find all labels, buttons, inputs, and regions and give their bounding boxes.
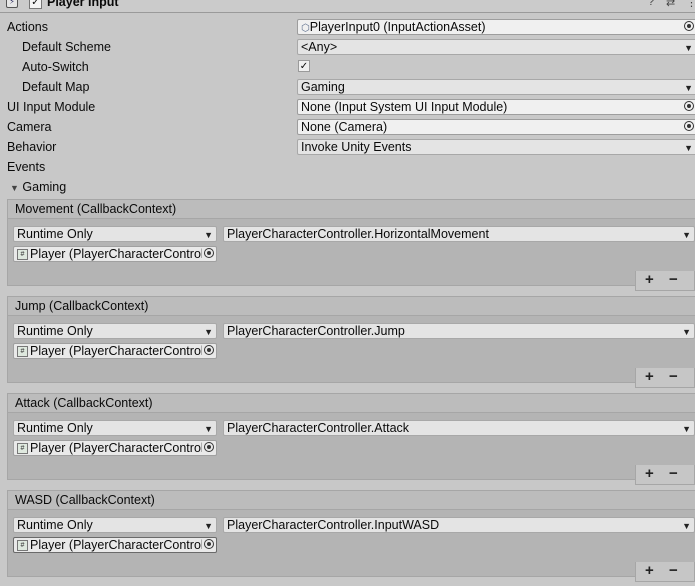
- actions-value: PlayerInput0 (InputActionAsset): [309, 20, 486, 34]
- script-icon: #: [17, 249, 28, 260]
- camera-value: None (Camera): [301, 120, 388, 134]
- component-header: ⚡ ✓ Player Input ? ⇄ ⋮: [0, 0, 695, 13]
- event-title: Movement (CallbackContext): [15, 202, 177, 216]
- event-title: Jump (CallbackContext): [15, 299, 149, 313]
- remove-listener-button[interactable]: −: [669, 562, 678, 579]
- runtime-dropdown[interactable]: Runtime Only ▼: [13, 323, 217, 339]
- behavior-value: Invoke Unity Events: [301, 140, 412, 154]
- runtime-dropdown[interactable]: Runtime Only ▼: [13, 420, 217, 436]
- runtime-value: Runtime Only: [17, 421, 93, 435]
- default-map-label: Default Map: [22, 80, 90, 94]
- runtime-value: Runtime Only: [17, 324, 93, 338]
- component-enabled-checkbox[interactable]: ✓: [29, 0, 42, 9]
- help-icon[interactable]: ?: [648, 0, 654, 8]
- event-title: WASD (CallbackContext): [15, 493, 155, 507]
- events-label: Events: [7, 160, 46, 174]
- function-value: PlayerCharacterController.InputWASD: [227, 518, 440, 532]
- default-scheme-label: Default Scheme: [22, 40, 111, 54]
- foldout-arrow-icon: ▼: [10, 183, 19, 193]
- camera-label: Camera: [7, 120, 52, 134]
- more-options-icon[interactable]: ⋮: [686, 0, 695, 9]
- chevron-down-icon: ▼: [682, 327, 691, 337]
- function-dropdown[interactable]: PlayerCharacterController.InputWASD ▼: [223, 517, 695, 533]
- script-icon: #: [17, 443, 28, 454]
- chevron-down-icon: ▼: [682, 230, 691, 240]
- target-object-value: Player (PlayerCharacterController): [30, 344, 202, 358]
- chevron-down-icon: ▼: [204, 424, 213, 434]
- object-picker-icon[interactable]: [684, 121, 694, 131]
- event-list-buttons: + −: [635, 271, 695, 291]
- player-input-component-icon: ⚡: [6, 0, 18, 8]
- add-listener-button[interactable]: +: [645, 368, 654, 385]
- runtime-dropdown[interactable]: Runtime Only ▼: [13, 226, 217, 242]
- event-header-wasd: WASD (CallbackContext): [7, 490, 695, 510]
- event-title: Attack (CallbackContext): [15, 396, 153, 410]
- function-dropdown[interactable]: PlayerCharacterController.HorizontalMove…: [223, 226, 695, 242]
- remove-listener-button[interactable]: −: [669, 465, 678, 482]
- chevron-down-icon: ▼: [682, 521, 691, 531]
- script-icon: #: [17, 540, 28, 551]
- chevron-down-icon: ▼: [682, 424, 691, 434]
- default-scheme-value: <Any>: [301, 40, 338, 54]
- behavior-label: Behavior: [7, 140, 57, 154]
- default-map-dropdown[interactable]: Gaming ▼: [297, 79, 695, 95]
- chevron-down-icon: ▼: [684, 83, 693, 93]
- event-header-movement: Movement (CallbackContext): [7, 199, 695, 219]
- input-action-asset-icon: ⬡: [301, 23, 310, 34]
- gaming-foldout[interactable]: ▼ Gaming: [10, 180, 66, 194]
- target-object-value: Player (PlayerCharacterController): [30, 247, 202, 261]
- add-listener-button[interactable]: +: [645, 562, 654, 579]
- object-picker-icon[interactable]: [204, 345, 214, 355]
- ui-input-module-field[interactable]: None (Input System UI Input Module): [297, 99, 695, 115]
- add-listener-button[interactable]: +: [645, 465, 654, 482]
- object-picker-icon[interactable]: [684, 101, 694, 111]
- gaming-foldout-label: Gaming: [22, 180, 67, 194]
- actions-field[interactable]: ⬡PlayerInput0 (InputActionAsset): [297, 19, 695, 35]
- chevron-down-icon: ▼: [204, 521, 213, 531]
- function-value: PlayerCharacterController.HorizontalMove…: [227, 227, 489, 241]
- event-header-attack: Attack (CallbackContext): [7, 393, 695, 413]
- function-value: PlayerCharacterController.Jump: [227, 324, 405, 338]
- function-dropdown[interactable]: PlayerCharacterController.Jump ▼: [223, 323, 695, 339]
- object-picker-icon[interactable]: [204, 248, 214, 258]
- ui-input-module-label: UI Input Module: [7, 100, 96, 114]
- target-object-field[interactable]: #Player (PlayerCharacterController): [13, 343, 217, 359]
- chevron-down-icon: ▼: [684, 143, 693, 153]
- chevron-down-icon: ▼: [204, 230, 213, 240]
- target-object-field[interactable]: #Player (PlayerCharacterController): [13, 537, 217, 553]
- object-picker-icon[interactable]: [204, 539, 214, 549]
- ui-input-module-value: None (Input System UI Input Module): [301, 100, 508, 114]
- target-object-value: Player (PlayerCharacterController): [30, 538, 202, 552]
- runtime-value: Runtime Only: [17, 518, 93, 532]
- auto-switch-label: Auto-Switch: [22, 60, 89, 74]
- function-value: PlayerCharacterController.Attack: [227, 421, 410, 435]
- chevron-down-icon: ▼: [684, 43, 693, 53]
- event-header-jump: Jump (CallbackContext): [7, 296, 695, 316]
- function-dropdown[interactable]: PlayerCharacterController.Attack ▼: [223, 420, 695, 436]
- camera-field[interactable]: None (Camera): [297, 119, 695, 135]
- runtime-dropdown[interactable]: Runtime Only ▼: [13, 517, 217, 533]
- object-picker-icon[interactable]: [684, 21, 694, 31]
- actions-label: Actions: [7, 20, 48, 34]
- event-list-buttons: + −: [635, 465, 695, 485]
- add-listener-button[interactable]: +: [645, 271, 654, 288]
- target-object-value: Player (PlayerCharacterController): [30, 441, 202, 455]
- auto-switch-checkbox[interactable]: ✓: [298, 60, 310, 72]
- target-object-field[interactable]: #Player (PlayerCharacterController): [13, 246, 217, 262]
- event-list-buttons: + −: [635, 562, 695, 582]
- behavior-dropdown[interactable]: Invoke Unity Events ▼: [297, 139, 695, 155]
- chevron-down-icon: ▼: [204, 327, 213, 337]
- remove-listener-button[interactable]: −: [669, 368, 678, 385]
- target-object-field[interactable]: #Player (PlayerCharacterController): [13, 440, 217, 456]
- remove-listener-button[interactable]: −: [669, 271, 678, 288]
- object-picker-icon[interactable]: [204, 442, 214, 452]
- default-scheme-dropdown[interactable]: <Any> ▼: [297, 39, 695, 55]
- default-map-value: Gaming: [301, 80, 345, 94]
- script-icon: #: [17, 346, 28, 357]
- component-title: Player Input: [47, 0, 119, 9]
- runtime-value: Runtime Only: [17, 227, 93, 241]
- presets-icon[interactable]: ⇄: [666, 0, 675, 9]
- event-list-buttons: + −: [635, 368, 695, 388]
